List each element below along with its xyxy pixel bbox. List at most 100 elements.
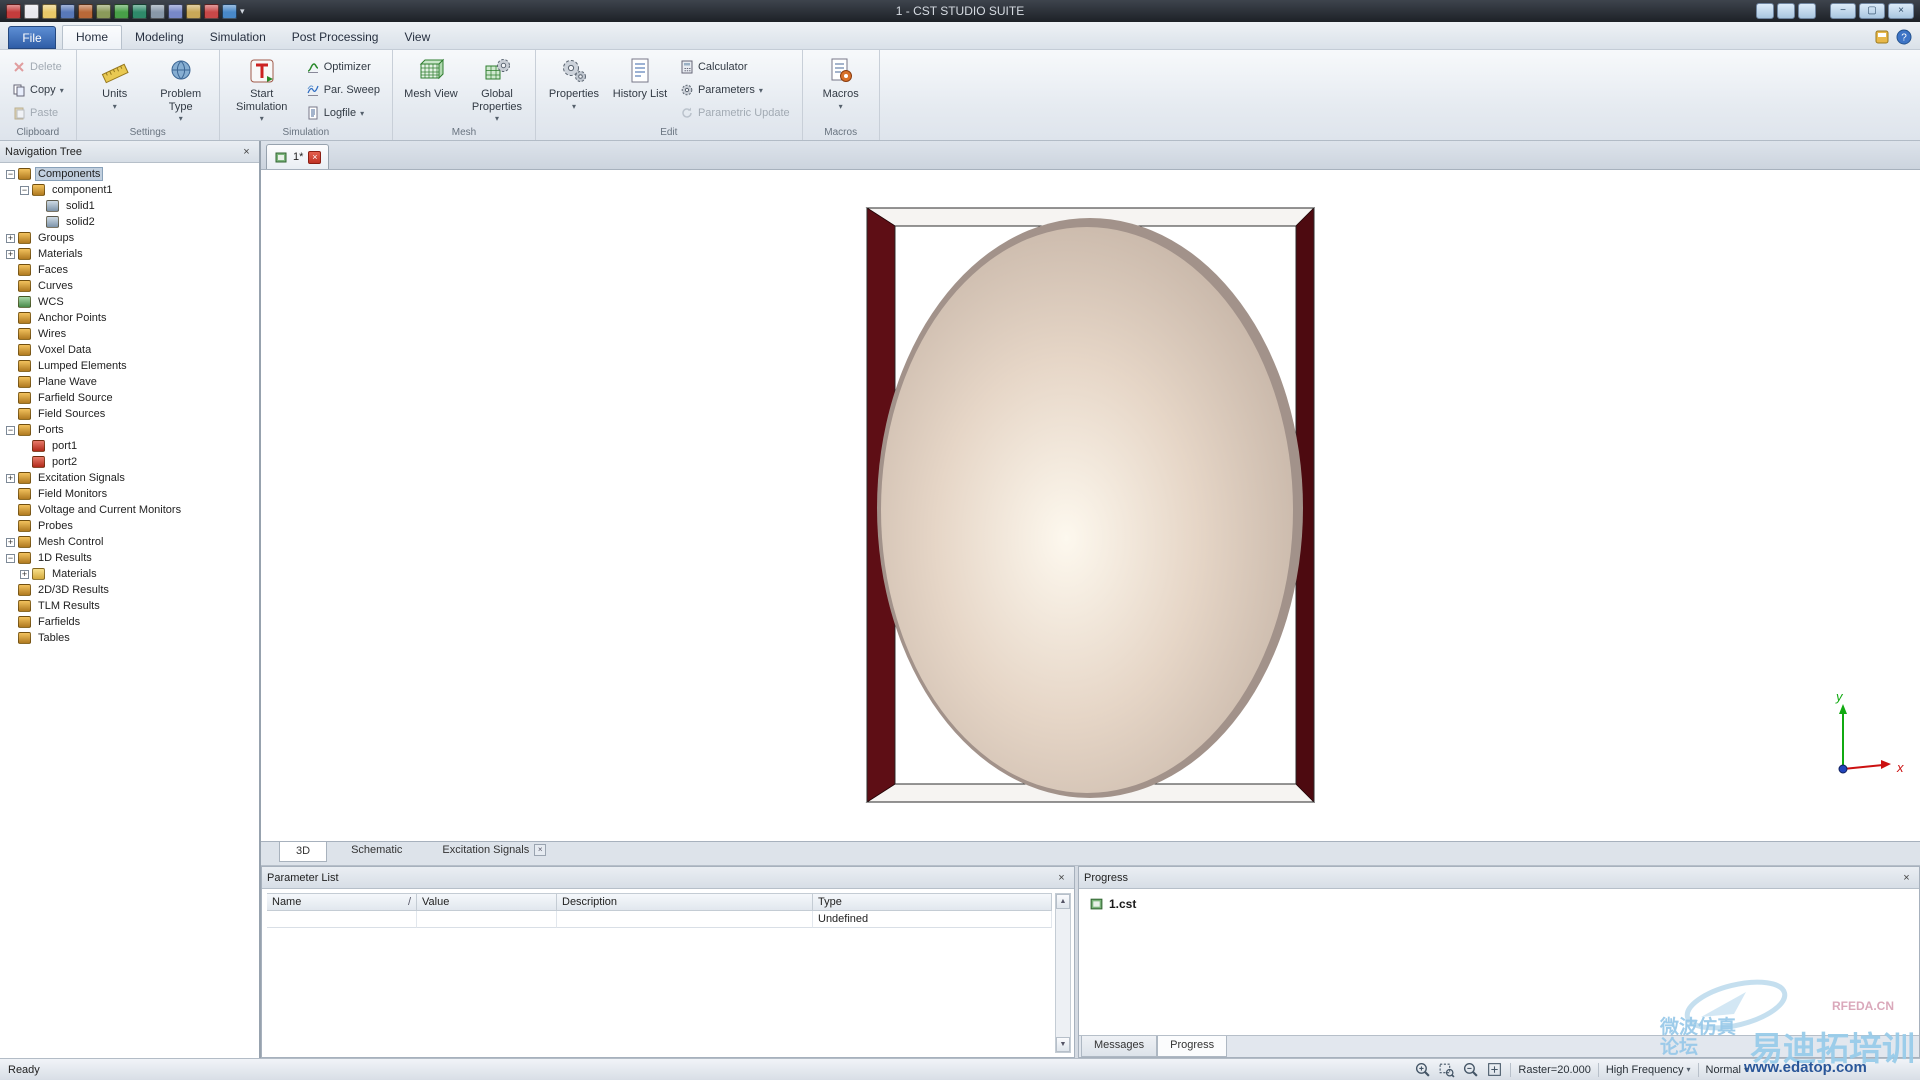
fit-view-icon[interactable] <box>1486 1061 1503 1078</box>
undo-icon[interactable] <box>114 4 129 19</box>
export-icon[interactable] <box>96 4 111 19</box>
mesh-view-button[interactable]: Mesh View <box>400 54 462 101</box>
column-header-type[interactable]: Type <box>813 893 1052 911</box>
tree-item-port2[interactable]: port2 <box>0 454 259 470</box>
titlebar-button-3[interactable] <box>1798 3 1816 19</box>
tree-item-tlm-results[interactable]: TLM Results <box>0 598 259 614</box>
document-tab-1[interactable]: 1* × <box>266 144 329 169</box>
collapse-icon[interactable]: − <box>6 170 15 179</box>
paste-button[interactable]: Paste <box>7 103 69 123</box>
tree-item-materials[interactable]: +Materials <box>0 566 259 582</box>
tab-post-processing[interactable]: Post Processing <box>279 26 392 49</box>
tree-item-wcs[interactable]: WCS <box>0 294 259 310</box>
frequency-range-dropdown[interactable]: High Frequency ▾ <box>1606 1064 1691 1076</box>
tree-item-groups[interactable]: +Groups <box>0 230 259 246</box>
tree-item-faces[interactable]: Faces <box>0 262 259 278</box>
tree-item-plane-wave[interactable]: Plane Wave <box>0 374 259 390</box>
copy-icon[interactable] <box>168 4 183 19</box>
tree-item-wires[interactable]: Wires <box>0 326 259 342</box>
global-properties-button[interactable]: Global Properties ▾ <box>466 54 528 123</box>
tree-item-2d-3d-results[interactable]: 2D/3D Results <box>0 582 259 598</box>
import-icon[interactable] <box>78 4 93 19</box>
tree-item-ports[interactable]: −Ports <box>0 422 259 438</box>
tree-item-voxel-data[interactable]: Voxel Data <box>0 342 259 358</box>
tree-item-port1[interactable]: port1 <box>0 438 259 454</box>
history-list-button[interactable]: History List <box>609 54 671 101</box>
param-scrollbar[interactable]: ▲ ▼ <box>1055 893 1071 1053</box>
zoom-window-icon[interactable] <box>1438 1061 1455 1078</box>
expand-icon[interactable]: + <box>6 234 15 243</box>
tree-item-probes[interactable]: Probes <box>0 518 259 534</box>
dock-tab-messages[interactable]: Messages <box>1081 1036 1157 1057</box>
redo-icon[interactable] <box>132 4 147 19</box>
mesh-quality-dropdown[interactable]: Normal ▾ <box>1706 1064 1748 1076</box>
tree-item-mesh-control[interactable]: +Mesh Control <box>0 534 259 550</box>
save-project-icon[interactable] <box>60 4 75 19</box>
optimizer-button[interactable]: Optimizer <box>301 57 385 77</box>
close-icon[interactable]: × <box>534 844 546 856</box>
collapse-icon[interactable]: − <box>20 186 29 195</box>
par-sweep-button[interactable]: Par. Sweep <box>301 80 385 100</box>
zoom-in-icon[interactable] <box>1414 1061 1431 1078</box>
view-tab-excitation-signals[interactable]: Excitation Signals× <box>426 842 562 860</box>
tree-item-anchor-points[interactable]: Anchor Points <box>0 310 259 326</box>
parameters-button[interactable]: Parameters ▾ <box>675 80 795 100</box>
tree-item-excitation-signals[interactable]: +Excitation Signals <box>0 470 259 486</box>
expand-icon[interactable]: + <box>20 570 29 579</box>
close-button[interactable]: × <box>1888 3 1914 19</box>
copy-button[interactable]: Copy ▾ <box>7 80 69 100</box>
tree-item-farfields[interactable]: Farfields <box>0 614 259 630</box>
progress-file-item[interactable]: 1.cst <box>1079 889 1919 911</box>
tree-item-field-monitors[interactable]: Field Monitors <box>0 486 259 502</box>
units-button[interactable]: Units ▾ <box>84 54 146 111</box>
tab-modeling[interactable]: Modeling <box>122 26 197 49</box>
tree-item-materials[interactable]: +Materials <box>0 246 259 262</box>
help-icon[interactable]: ? <box>1896 29 1912 45</box>
tree-item-curves[interactable]: Curves <box>0 278 259 294</box>
parametric-update-button[interactable]: Parametric Update <box>675 103 795 123</box>
view-tab-3d[interactable]: 3D <box>279 842 327 862</box>
close-icon[interactable]: × <box>1054 870 1069 885</box>
scroll-up-icon[interactable]: ▲ <box>1056 894 1070 909</box>
new-project-icon[interactable] <box>24 4 39 19</box>
tab-simulation[interactable]: Simulation <box>197 26 279 49</box>
problem-type-button[interactable]: Problem Type ▾ <box>150 54 212 123</box>
tree-item-1d-results[interactable]: −1D Results <box>0 550 259 566</box>
collapse-icon[interactable]: − <box>6 554 15 563</box>
close-icon[interactable]: × <box>1899 870 1914 885</box>
titlebar-button-1[interactable] <box>1756 3 1774 19</box>
file-menu-button[interactable]: File <box>8 26 56 49</box>
maximize-button[interactable]: ▢ <box>1859 3 1885 19</box>
cst-logo-icon[interactable] <box>6 4 21 19</box>
parameter-row[interactable]: Undefined <box>267 911 1052 928</box>
expand-icon[interactable]: + <box>6 250 15 259</box>
delete-icon[interactable] <box>204 4 219 19</box>
collapse-icon[interactable]: − <box>6 426 15 435</box>
expand-icon[interactable]: + <box>6 474 15 483</box>
properties-button[interactable]: Properties ▾ <box>543 54 605 111</box>
close-document-icon[interactable]: × <box>308 151 321 164</box>
scroll-down-icon[interactable]: ▼ <box>1056 1037 1070 1052</box>
titlebar-button-2[interactable] <box>1777 3 1795 19</box>
viewport-3d[interactable]: y x <box>261 170 1920 842</box>
zoom-out-icon[interactable] <box>1462 1061 1479 1078</box>
ellipsoid-model[interactable] <box>877 218 1303 798</box>
cut-icon[interactable] <box>150 4 165 19</box>
tree-item-tables[interactable]: Tables <box>0 630 259 646</box>
tree-item-component1[interactable]: −component1 <box>0 182 259 198</box>
delete-button[interactable]: Delete <box>7 57 69 77</box>
column-header-description[interactable]: Description <box>557 893 813 911</box>
tree-item-lumped-elements[interactable]: Lumped Elements <box>0 358 259 374</box>
column-header-value[interactable]: Value <box>417 893 557 911</box>
tree-item-solid2[interactable]: solid2 <box>0 214 259 230</box>
column-header-name[interactable]: Name/ <box>267 893 417 911</box>
raster-setting[interactable]: Raster=20.000 <box>1518 1064 1590 1076</box>
tab-view[interactable]: View <box>391 26 443 49</box>
tree-item-components[interactable]: −Components <box>0 166 259 182</box>
qat-customize-caret-icon[interactable]: ▾ <box>240 6 245 17</box>
logfile-button[interactable]: Logfile ▾ <box>301 103 385 123</box>
open-project-icon[interactable] <box>42 4 57 19</box>
color-scheme-icon[interactable] <box>1874 29 1890 45</box>
expand-icon[interactable]: + <box>6 538 15 547</box>
help-icon[interactable] <box>222 4 237 19</box>
